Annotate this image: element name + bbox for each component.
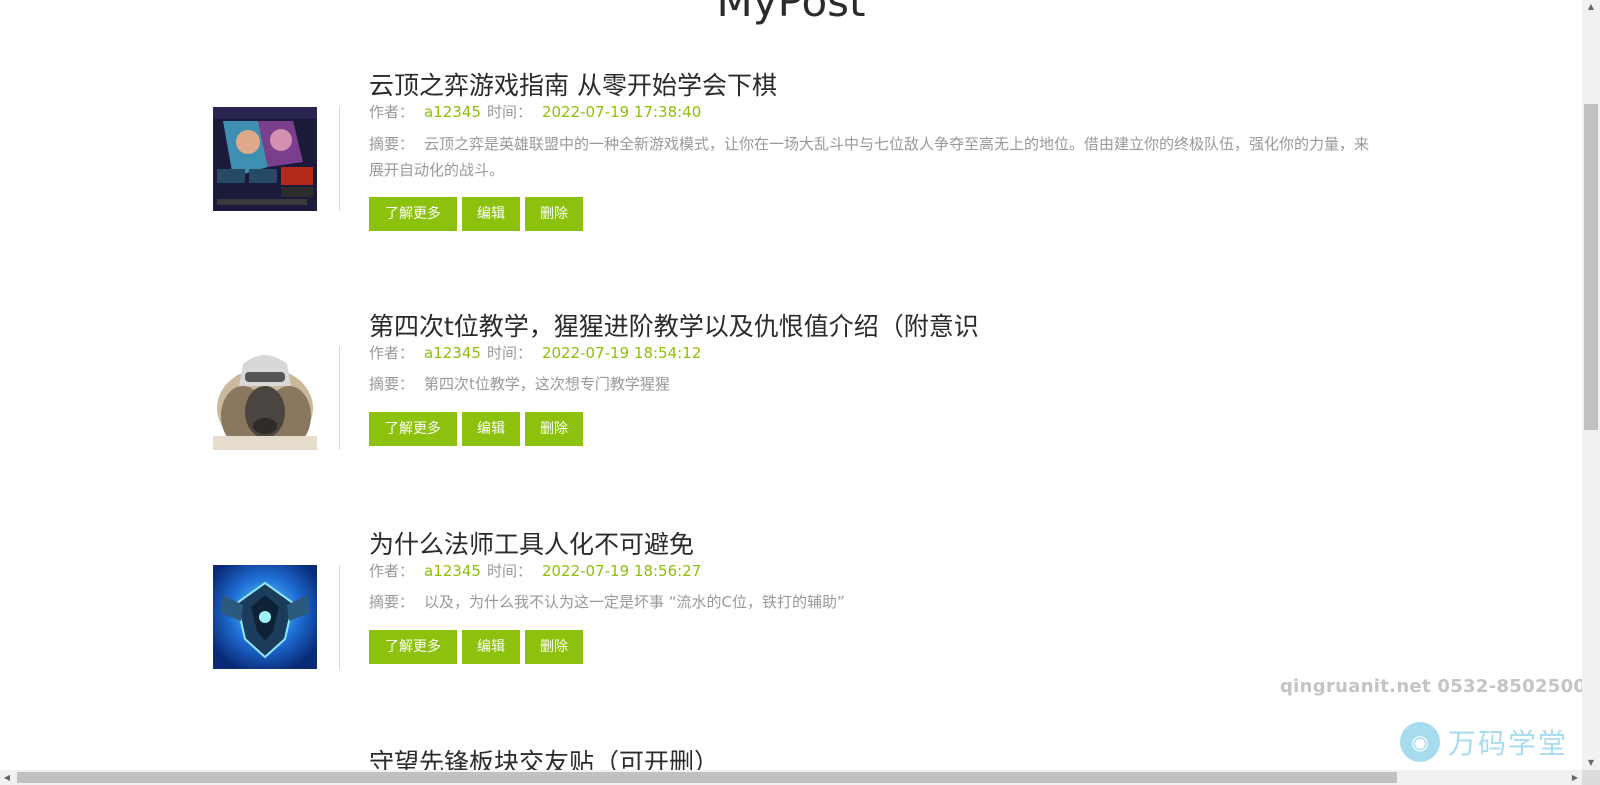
summary-label: 摘要： bbox=[369, 593, 415, 611]
post-title[interactable]: 第四次t位教学，猩猩进阶教学以及仇恨值介绍（附意识 bbox=[369, 312, 979, 342]
post-actions: 了解更多 编辑 删除 bbox=[369, 630, 583, 664]
post-summary: 摘要： 以及，为什么我不认为这一定是坏事 “流水的C位，铁打的辅助” bbox=[369, 589, 1379, 615]
brand-logo-icon: ◉ bbox=[1400, 722, 1440, 762]
post-time: 2022-07-19 17:38:40 bbox=[541, 103, 702, 121]
time-label: 时间： bbox=[486, 103, 532, 121]
author-label: 作者： bbox=[369, 562, 415, 580]
scroll-down-icon[interactable]: ▼ bbox=[1582, 756, 1600, 770]
divider bbox=[339, 565, 340, 669]
summary-label: 摘要： bbox=[369, 375, 415, 393]
post-actions: 了解更多 编辑 删除 bbox=[369, 197, 583, 231]
delete-button[interactable]: 删除 bbox=[525, 630, 583, 664]
author-name: a12345 bbox=[424, 103, 481, 121]
vertical-scrollbar[interactable]: ▲ ▼ bbox=[1582, 0, 1600, 770]
horizontal-scrollbar[interactable]: ◀ ▶ bbox=[0, 770, 1582, 785]
summary-text: 以及，为什么我不认为这一定是坏事 “流水的C位，铁打的辅助” bbox=[424, 593, 845, 611]
learn-more-button[interactable]: 了解更多 bbox=[369, 197, 457, 231]
author-name: a12345 bbox=[424, 562, 481, 580]
post-meta: 作者： a12345 时间： 2022-07-19 18:56:27 bbox=[369, 561, 707, 581]
post-actions: 了解更多 编辑 删除 bbox=[369, 412, 583, 446]
post-meta: 作者： a12345 时间： 2022-07-19 18:54:12 bbox=[369, 343, 707, 363]
author-label: 作者： bbox=[369, 103, 415, 121]
edit-button[interactable]: 编辑 bbox=[462, 197, 520, 231]
delete-button[interactable]: 删除 bbox=[525, 197, 583, 231]
post-summary: 摘要： 云顶之弈是英雄联盟中的一种全新游戏模式，让你在一场大乱斗中与七位敌人争夺至… bbox=[369, 131, 1379, 183]
post-time: 2022-07-19 18:56:27 bbox=[541, 562, 702, 580]
scroll-right-icon[interactable]: ▶ bbox=[1568, 770, 1582, 785]
page-title: MyPost bbox=[716, 0, 866, 26]
post-thumbnail[interactable] bbox=[213, 565, 317, 669]
post-thumbnail[interactable] bbox=[213, 107, 317, 211]
post-title[interactable]: 为什么法师工具人化不可避免 bbox=[369, 530, 694, 560]
edit-button[interactable]: 编辑 bbox=[462, 630, 520, 664]
time-label: 时间： bbox=[486, 562, 532, 580]
post-title[interactable]: 云顶之弈游戏指南 从零开始学会下棋 bbox=[369, 71, 777, 101]
scroll-up-icon[interactable]: ▲ bbox=[1582, 0, 1600, 14]
delete-button[interactable]: 删除 bbox=[525, 412, 583, 446]
post-meta: 作者： a12345 时间： 2022-07-19 17:38:40 bbox=[369, 102, 707, 122]
post-time: 2022-07-19 18:54:12 bbox=[541, 344, 702, 362]
summary-text: 云顶之弈是英雄联盟中的一种全新游戏模式，让你在一场大乱斗中与七位敌人争夺至高无上… bbox=[369, 135, 1370, 179]
divider bbox=[339, 346, 340, 450]
time-label: 时间： bbox=[486, 344, 532, 362]
scrollbar-corner bbox=[1582, 770, 1600, 785]
summary-label: 摘要： bbox=[369, 135, 415, 153]
learn-more-button[interactable]: 了解更多 bbox=[369, 412, 457, 446]
summary-text: 第四次t位教学，这次想专门教学猩猩 bbox=[424, 375, 670, 393]
brand-name: 万码学堂 bbox=[1448, 727, 1569, 760]
watermark-contact: qingruanit.net 0532-85025005 bbox=[1280, 676, 1600, 697]
watermark-logo: ◉ 万码学堂 bbox=[1400, 722, 1568, 762]
edit-button[interactable]: 编辑 bbox=[462, 412, 520, 446]
author-label: 作者： bbox=[369, 344, 415, 362]
author-name: a12345 bbox=[424, 344, 481, 362]
post-summary: 摘要： 第四次t位教学，这次想专门教学猩猩 bbox=[369, 371, 1379, 397]
vertical-scroll-thumb[interactable] bbox=[1584, 104, 1598, 430]
post-thumbnail[interactable] bbox=[213, 346, 317, 450]
divider bbox=[339, 107, 340, 211]
scroll-left-icon[interactable]: ◀ bbox=[0, 770, 14, 785]
horizontal-scroll-thumb[interactable] bbox=[17, 772, 1397, 783]
learn-more-button[interactable]: 了解更多 bbox=[369, 630, 457, 664]
